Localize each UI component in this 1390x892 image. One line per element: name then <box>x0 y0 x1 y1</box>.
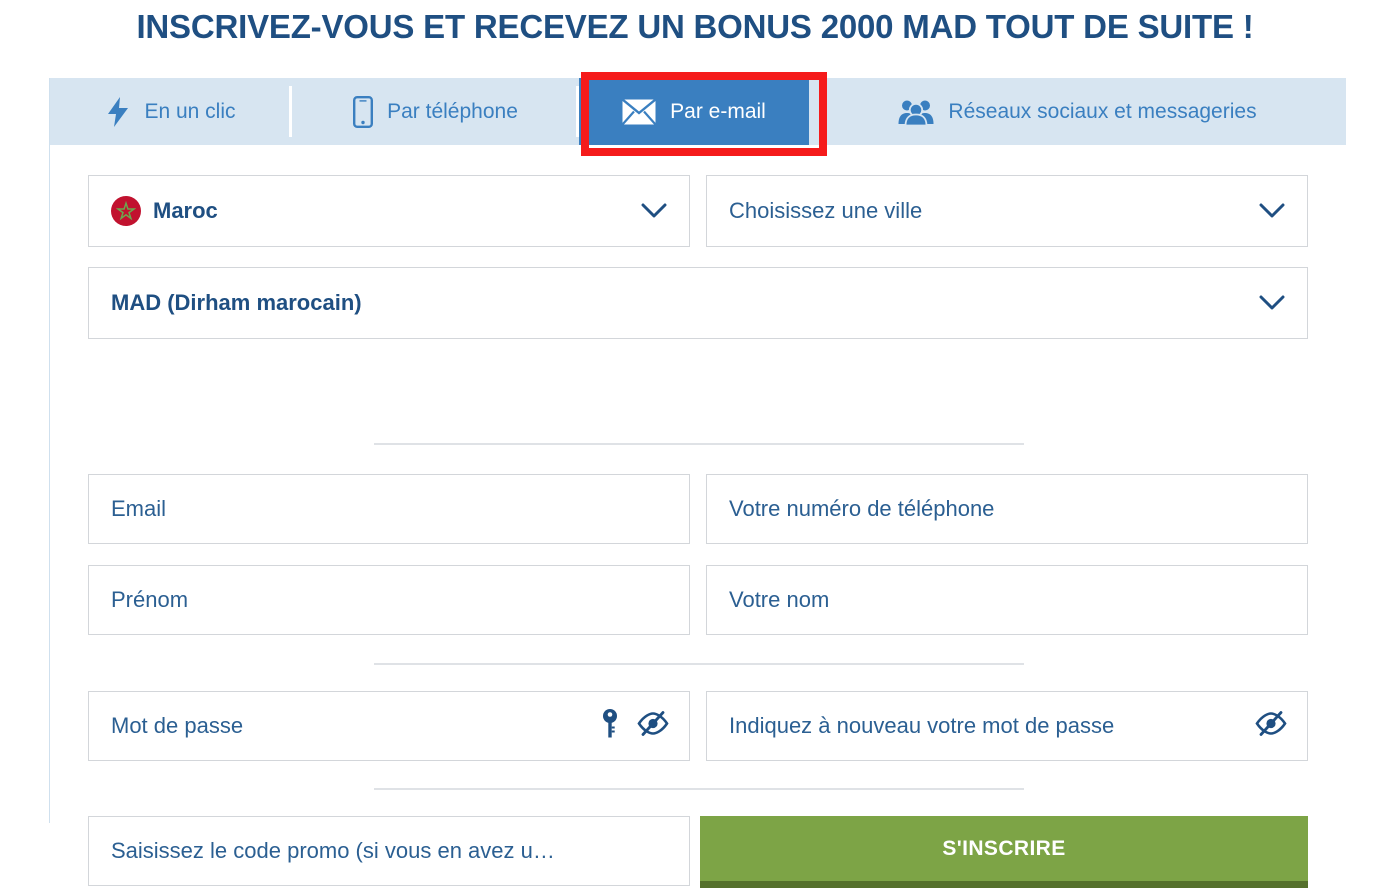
row-email-phone: Email Votre numéro de téléphone <box>88 474 1308 544</box>
row-country-city: Maroc Choisissez une ville <box>88 175 1308 247</box>
tab-social[interactable]: Réseaux sociaux et messageries <box>809 78 1346 145</box>
section-divider <box>374 443 1024 445</box>
password-confirm-field[interactable]: Indiquez à nouveau votre mot de passe <box>706 691 1308 761</box>
email-placeholder: Email <box>111 496 167 521</box>
phone-field[interactable]: Votre numéro de téléphone <box>706 474 1308 544</box>
row-promo-submit: Saisissez le code promo (si vous en avez… <box>88 816 1308 888</box>
envelope-icon <box>622 98 657 125</box>
tab-email[interactable]: Par e-mail <box>579 78 809 145</box>
registration-form: Maroc Choisissez une ville MAD (Dirham m… <box>50 145 1346 892</box>
phone-placeholder: Votre numéro de téléphone <box>729 496 995 521</box>
password-icons <box>601 709 669 744</box>
country-select[interactable]: Maroc <box>88 175 690 247</box>
last-name-field[interactable]: Votre nom <box>706 565 1308 635</box>
section-divider <box>374 663 1024 665</box>
tab-social-label: Réseaux sociaux et messageries <box>948 99 1257 123</box>
page-title: INSCRIVEZ-VOUS ET RECEVEZ UN BONUS 2000 … <box>136 8 1254 45</box>
tab-one-click-label: En un clic <box>144 99 236 123</box>
first-name-placeholder: Prénom <box>111 587 189 612</box>
tab-phone[interactable]: Par téléphone <box>292 78 579 145</box>
promo-code-placeholder: Saisissez le code promo (si vous en avez… <box>111 838 555 863</box>
promo-code-field[interactable]: Saisissez le code promo (si vous en avez… <box>88 816 690 886</box>
row-passwords: Mot de passe Indiquez à nouveau votre mo… <box>88 691 1308 761</box>
registration-card: En un clic Par téléphone Par e-mail Rése… <box>49 72 1346 892</box>
register-button-label: S'INSCRIRE <box>942 836 1066 860</box>
currency-value: MAD (Dirham marocain) <box>111 290 362 315</box>
eye-slash-icon[interactable] <box>1255 711 1287 742</box>
city-select[interactable]: Choisissez une ville <box>706 175 1308 247</box>
row-names: Prénom Votre nom <box>88 565 1308 635</box>
city-value: Choisissez une ville <box>729 198 923 223</box>
tab-one-click[interactable]: En un clic <box>50 78 292 145</box>
section-divider <box>374 788 1024 790</box>
tab-phone-label: Par téléphone <box>387 99 518 123</box>
password-confirm-icons <box>1255 711 1287 742</box>
mobile-icon <box>353 95 374 128</box>
people-icon <box>898 98 934 126</box>
chevron-down-icon[interactable] <box>1259 203 1285 219</box>
register-button[interactable]: S'INSCRIRE <box>700 816 1308 888</box>
row-currency: MAD (Dirham marocain) <box>88 267 1308 339</box>
key-icon <box>601 709 619 744</box>
bolt-icon <box>106 96 130 127</box>
password-field[interactable]: Mot de passe <box>88 691 690 761</box>
morocco-flag-icon <box>111 196 141 226</box>
last-name-placeholder: Votre nom <box>729 587 830 612</box>
email-field[interactable]: Email <box>88 474 690 544</box>
chevron-down-icon[interactable] <box>641 203 667 219</box>
currency-select[interactable]: MAD (Dirham marocain) <box>88 267 1308 339</box>
password-confirm-placeholder: Indiquez à nouveau votre mot de passe <box>729 713 1115 738</box>
password-placeholder: Mot de passe <box>111 713 244 738</box>
first-name-field[interactable]: Prénom <box>88 565 690 635</box>
eye-slash-icon[interactable] <box>637 711 669 742</box>
chevron-down-icon[interactable] <box>1259 295 1285 311</box>
registration-method-tabs: En un clic Par téléphone Par e-mail Rése… <box>50 78 1346 145</box>
country-value: Maroc <box>153 198 218 223</box>
tab-email-label: Par e-mail <box>670 99 766 123</box>
